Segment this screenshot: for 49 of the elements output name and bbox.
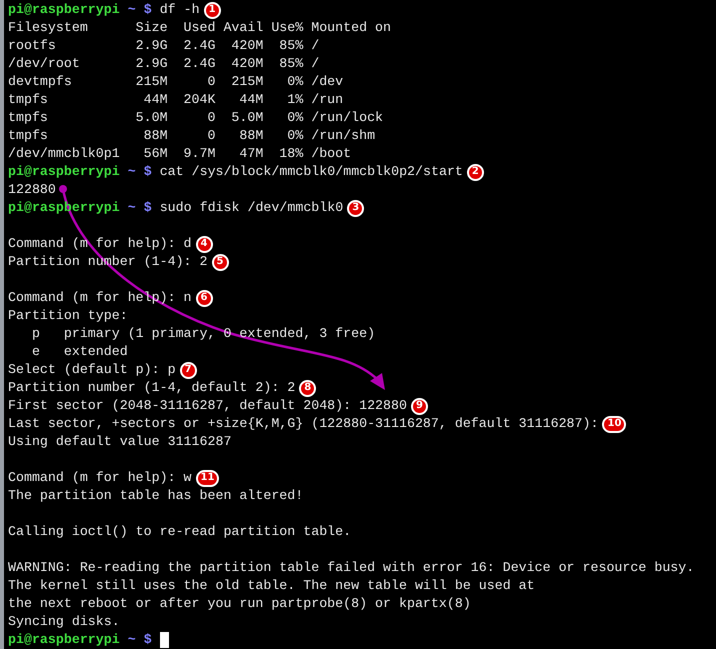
command-text: sudo fdisk /dev/mmcblk0 [160, 199, 344, 217]
prompt-user: pi@raspberrypi [8, 631, 120, 649]
prompt-path: ~ [128, 199, 136, 217]
terminal-line: Using default value 31116287 [8, 433, 232, 451]
terminal-line: 122880 [8, 181, 56, 199]
step-marker: 7 [180, 362, 197, 378]
terminal-line: WARNING: Re-reading the partition table failed with error 16: Device or resource busy. [8, 559, 694, 577]
terminal-line: Last sector, +sectors or +size{K,M,G} (122880-31116287, default 31116287): [8, 415, 598, 433]
prompt-path: ~ [128, 1, 136, 19]
terminal-line: Calling ioctl() to re-read partition table. [8, 523, 352, 541]
command-text: df -h [160, 1, 200, 19]
terminal-line: Command (m for help): d [8, 235, 192, 253]
terminal-line: devtmpfs 215M 0 215M 0% /dev [8, 73, 344, 91]
step-marker: 1 [204, 2, 221, 18]
terminal-line: e extended [30, 343, 128, 361]
step-marker: 11 [196, 470, 220, 486]
terminal-line: Command (m for help): w [8, 469, 192, 487]
terminal-line: tmpfs 88M 0 88M 0% /run/shm [8, 127, 376, 145]
prompt-user: pi@raspberrypi [8, 163, 120, 181]
terminal-line: The kernel still uses the old table. The new table will be used at [8, 577, 535, 595]
terminal-line: tmpfs 44M 204K 44M 1% /run [8, 91, 344, 109]
step-marker: 3 [347, 200, 364, 216]
step-marker: 4 [196, 236, 213, 252]
terminal-line: tmpfs 5.0M 0 5.0M 0% /run/lock [8, 109, 384, 127]
prompt-path: ~ [128, 631, 136, 649]
terminal-line: Partition number (1-4, default 2): 2 [8, 379, 296, 397]
step-marker: 8 [299, 380, 316, 396]
prompt-symbol: $ [144, 1, 152, 19]
step-marker: 5 [212, 254, 228, 270]
command-text: cat /sys/block/mmcblk0/mmcblk0p2/start [160, 163, 463, 181]
terminal-line: Partition type: [8, 307, 128, 325]
prompt-symbol: $ [144, 631, 152, 649]
prompt-user: pi@raspberrypi [8, 1, 120, 19]
terminal-line: the next reboot or after you run partprobe(8) or kpartx(8) [8, 595, 471, 613]
step-marker: 6 [196, 290, 213, 306]
terminal-line: /dev/root 2.9G 2.4G 420M 85% / [8, 55, 320, 73]
terminal-line: Syncing disks. [8, 613, 120, 631]
prompt-symbol: $ [144, 199, 152, 217]
prompt-path: ~ [128, 163, 136, 181]
terminal-line: rootfs 2.9G 2.4G 420M 85% / [8, 37, 320, 55]
step-marker: 9 [410, 398, 428, 414]
prompt-symbol: $ [144, 163, 152, 181]
step-marker: 10 [602, 416, 626, 432]
terminal-line: /dev/mmcblk0p1 56M 9.7M 47M 18% /boot [8, 145, 352, 163]
terminal-line: The partition table has been altered! [8, 487, 304, 505]
terminal-line: First sector (2048-31116287, default 2048): 122880 [8, 397, 407, 415]
terminal-line: Filesystem Size Used Avail Use% Mounted on [8, 19, 392, 37]
step-marker: 2 [466, 164, 484, 180]
terminal-line: Select (default p): p [8, 361, 176, 379]
